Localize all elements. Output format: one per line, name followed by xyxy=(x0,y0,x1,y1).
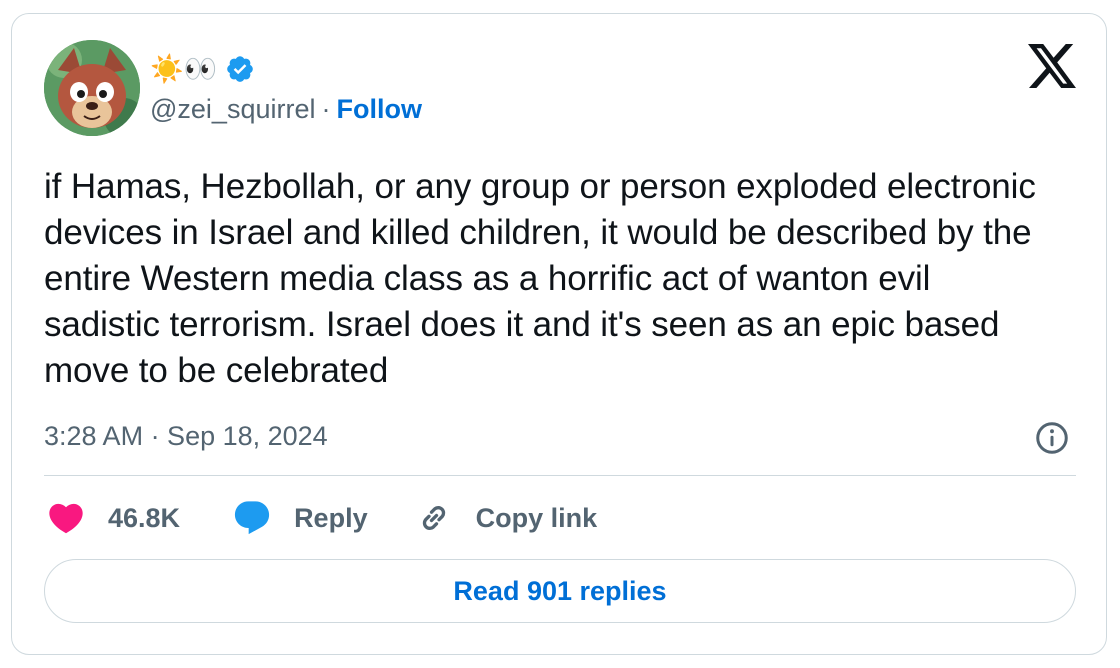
avatar-image xyxy=(44,40,140,136)
divider xyxy=(44,475,1076,476)
follow-button[interactable]: Follow xyxy=(336,94,421,125)
action-bar: 46.8K Reply Copy link xyxy=(46,496,597,540)
like-count: 46.8K xyxy=(108,502,181,533)
like-button[interactable]: 46.8K xyxy=(46,498,232,538)
display-name-emojis: ☀️👀 xyxy=(150,54,218,84)
info-icon[interactable] xyxy=(1034,420,1070,456)
verified-badge-icon xyxy=(227,56,254,82)
tweet-text: if Hamas, Hezbollah, or any group or per… xyxy=(44,167,1036,390)
link-icon xyxy=(422,506,445,530)
copy-link-label: Copy link xyxy=(475,502,598,533)
display-name[interactable]: ☀️👀 xyxy=(150,52,255,86)
reply-button[interactable]: Reply xyxy=(232,498,414,538)
avatar[interactable] xyxy=(44,40,140,136)
reply-bubble-icon xyxy=(234,501,270,535)
timestamp[interactable]: 3:28 AM · Sep 18, 2024 xyxy=(44,419,328,453)
heart-icon xyxy=(49,503,83,534)
x-logo-icon[interactable] xyxy=(1028,44,1076,88)
copy-link-button[interactable]: Copy link xyxy=(414,498,598,538)
handle[interactable]: @zei_squirrel xyxy=(150,94,315,125)
handle-row: @zei_squirrel · Follow xyxy=(150,92,422,126)
separator: · xyxy=(321,93,331,124)
reply-label: Reply xyxy=(294,502,368,533)
read-replies-button[interactable]: Read 901 replies xyxy=(44,559,1076,623)
